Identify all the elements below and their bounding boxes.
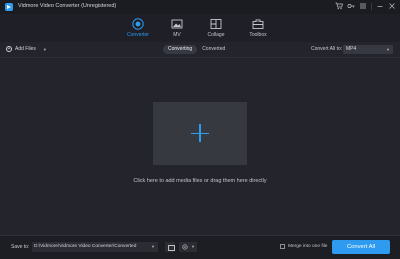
window-controls: [335, 2, 396, 11]
toolbox-icon: [252, 19, 264, 29]
convert-all-button[interactable]: Convert All: [332, 240, 390, 254]
tab-toolbox-label: Toolbox: [249, 32, 267, 38]
add-circle-icon: +: [6, 46, 12, 52]
collage-icon: [210, 19, 222, 29]
merge-label: Merge into one file: [288, 244, 328, 249]
tab-converter[interactable]: Converter: [118, 16, 158, 43]
chevron-down-icon: ▼: [191, 244, 195, 249]
file-list-area: Click here to add media files or drag th…: [0, 59, 400, 235]
tab-mv-label: MV: [173, 32, 181, 38]
drop-hint-text: Click here to add media files or drag th…: [133, 178, 267, 184]
plus-icon-vertical: [199, 124, 201, 142]
window-title: Vidmore Video Converter (Unregistered): [18, 3, 117, 9]
close-icon[interactable]: [388, 2, 396, 11]
bottom-bar: Save to: D:\Vidmore\Vidmore Video Conver…: [0, 235, 400, 259]
chevron-down-icon: ▼: [151, 244, 155, 249]
add-media-drop-zone[interactable]: [153, 102, 247, 165]
minimize-icon[interactable]: [376, 2, 384, 11]
app-logo-icon: [5, 3, 13, 11]
tab-converting[interactable]: Converting: [163, 45, 198, 54]
output-format-select[interactable]: MP4 ▼: [343, 45, 393, 54]
output-path-select[interactable]: D:\Vidmore\Vidmore Video Converter\Conve…: [32, 242, 158, 252]
settings-button[interactable]: ▼: [179, 242, 197, 252]
convert-all-to-label: Convert All to:: [311, 46, 343, 52]
main-nav: Converter MV Collage Toolbox: [0, 14, 400, 43]
converter-icon: [132, 18, 144, 30]
merge-option[interactable]: Merge into one file: [280, 244, 327, 249]
merge-checkbox[interactable]: [280, 244, 285, 249]
title-bar: Vidmore Video Converter (Unregistered): [0, 0, 400, 14]
tab-converted[interactable]: Converted: [197, 45, 230, 54]
open-folder-icon[interactable]: [165, 242, 175, 252]
tab-toolbox[interactable]: Toolbox: [238, 16, 278, 42]
add-files-button[interactable]: + Add Files ▼: [6, 46, 47, 52]
output-path-value: D:\Vidmore\Vidmore Video Converter\Conve…: [34, 244, 137, 249]
chevron-down-icon: ▼: [386, 47, 390, 52]
key-icon[interactable]: [347, 2, 355, 11]
mv-icon: [171, 19, 183, 29]
tab-collage[interactable]: Collage: [196, 16, 236, 42]
chevron-down-icon[interactable]: ▼: [43, 47, 47, 52]
cart-icon[interactable]: [335, 2, 343, 11]
add-files-label: Add Files: [15, 46, 36, 52]
output-format-value: MP4: [346, 46, 357, 52]
save-to-label: Save to:: [11, 244, 30, 250]
gear-icon: [182, 244, 188, 250]
control-divider: [371, 3, 372, 10]
tab-mv[interactable]: MV: [157, 16, 197, 42]
status-segmented-control: Converting Converted: [163, 45, 230, 54]
toolbar: + Add Files ▼ Converting Converted Conve…: [0, 42, 400, 58]
tab-converter-label: Converter: [127, 32, 149, 38]
tab-collage-label: Collage: [207, 32, 225, 38]
menu-icon[interactable]: [359, 2, 367, 11]
